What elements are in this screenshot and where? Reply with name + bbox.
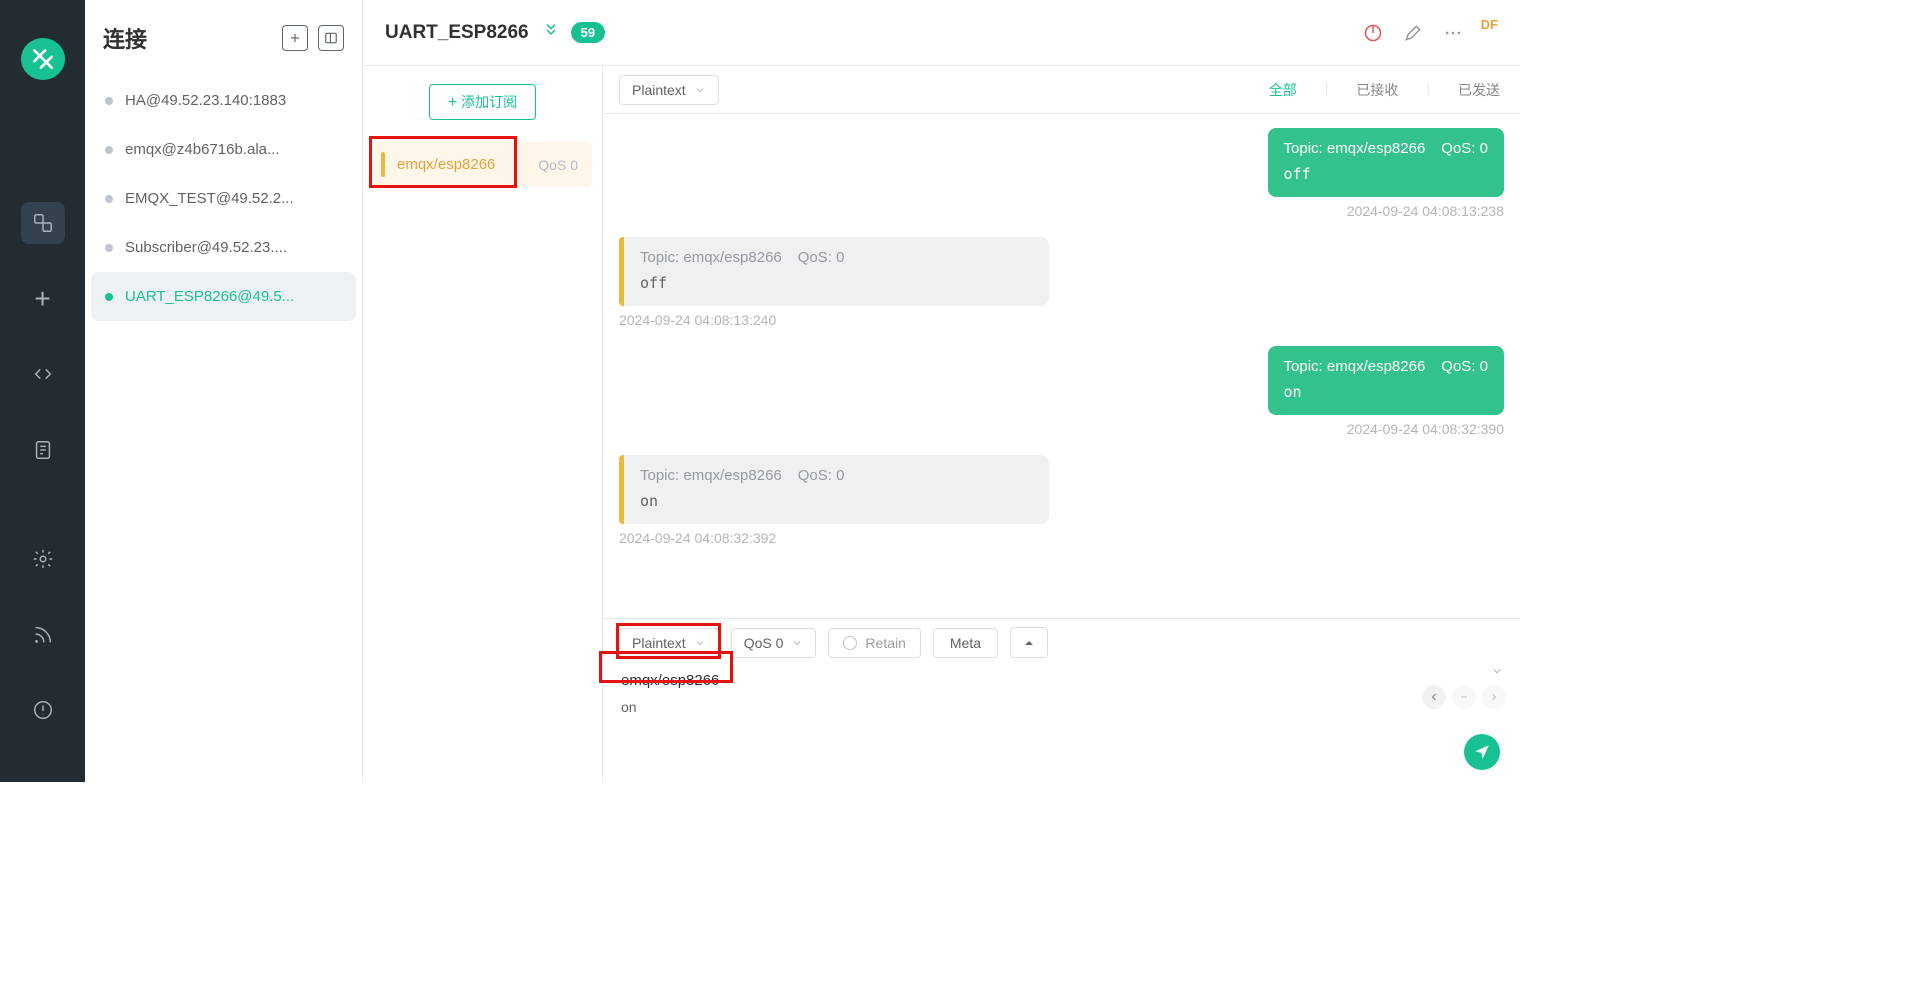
message-timestamp: 2024-09-24 04:08:13:240 (619, 312, 1504, 328)
view-format-select[interactable]: Plaintext (619, 75, 719, 105)
history-nav (1422, 685, 1506, 709)
rail-connections-icon[interactable] (21, 202, 65, 244)
subscription-qos: QoS 0 (538, 157, 578, 173)
message-received: Topic: emqx/esp8266QoS: 0 off (619, 237, 1049, 306)
add-subscription-button[interactable]: +添加订阅 (429, 84, 536, 120)
subscription-card[interactable]: emqx/esp8266 QoS 0 (373, 142, 592, 187)
edit-icon[interactable] (1403, 23, 1423, 43)
rail-log-icon[interactable] (21, 429, 65, 471)
radio-icon (843, 636, 857, 650)
topic-input[interactable] (619, 666, 1504, 695)
message-timestamp: 2024-09-24 04:08:32:392 (619, 530, 1504, 546)
message-filter-tabs: 全部 | 已接收 | 已发送 (1265, 80, 1504, 100)
history-mid-button (1452, 685, 1476, 709)
rail-code-icon[interactable] (21, 353, 65, 395)
main-panel: UART_ESP8266 59 DF +添加订阅 emqx/esp8266 Qo… (363, 0, 1520, 782)
user-initials[interactable]: DF (1481, 17, 1498, 32)
rail-add-icon[interactable]: + (21, 278, 65, 320)
message-count-badge: 59 (571, 22, 605, 43)
disconnect-icon[interactable] (1363, 23, 1383, 43)
connection-item[interactable]: HA@49.52.23.140:1883 (91, 76, 356, 125)
payload-format-select[interactable]: Plaintext (619, 628, 719, 658)
subscription-topic: emqx/esp8266 (397, 156, 495, 173)
message-sent: Topic: emqx/esp8266QoS: 0 on (1268, 346, 1504, 415)
message-timestamp: 2024-09-24 04:08:32:390 (1347, 421, 1504, 437)
send-button[interactable] (1464, 734, 1500, 770)
qos-select[interactable]: QoS 0 (731, 628, 817, 658)
filter-tab-received[interactable]: 已接收 (1352, 80, 1402, 100)
topic-expand-icon[interactable] (1490, 664, 1504, 683)
rail-rss-icon[interactable] (21, 614, 65, 656)
rail-alert-icon[interactable] (21, 689, 65, 731)
meta-button[interactable]: Meta (933, 628, 998, 658)
message-sent: Topic: emqx/esp8266QoS: 0 off (1268, 128, 1504, 197)
connection-topbar: UART_ESP8266 59 DF (363, 0, 1520, 66)
filter-tab-sent[interactable]: 已发送 (1454, 80, 1504, 100)
messages-panel: Plaintext 全部 | 已接收 | 已发送 Topic: emqx/ (603, 66, 1520, 782)
connections-sidebar: 连接 HA@49.52.23.140:1883 emqx@z4b6716b.al… (85, 0, 363, 782)
connection-list: HA@49.52.23.140:1883 emqx@z4b6716b.ala..… (85, 76, 362, 321)
more-icon[interactable] (1443, 23, 1463, 43)
retain-toggle[interactable]: Retain (828, 628, 920, 658)
new-connection-button[interactable] (282, 25, 308, 51)
connection-item[interactable]: EMQX_TEST@49.52.2... (91, 174, 356, 223)
connection-item[interactable]: UART_ESP8266@49.5... (91, 272, 356, 321)
collapse-composer-button[interactable] (1010, 627, 1048, 658)
message-timestamp: 2024-09-24 04:08:13:238 (1347, 203, 1504, 219)
message-stream[interactable]: Topic: emqx/esp8266QoS: 0 off 2024-09-24… (603, 114, 1520, 618)
connection-title: UART_ESP8266 (385, 22, 529, 44)
subscriptions-panel: +添加订阅 emqx/esp8266 QoS 0 (363, 66, 603, 782)
message-received: Topic: emqx/esp8266QoS: 0 on (619, 455, 1049, 524)
rail-settings-icon[interactable] (21, 538, 65, 580)
panel-toggle-button[interactable] (318, 25, 344, 51)
app-logo (21, 38, 65, 80)
connection-item[interactable]: emqx@z4b6716b.ala... (91, 125, 356, 174)
history-next-button (1482, 685, 1506, 709)
publish-composer: Plaintext QoS 0 Retain Meta (603, 618, 1520, 782)
filter-tab-all[interactable]: 全部 (1265, 80, 1301, 100)
connection-item[interactable]: Subscriber@49.52.23.... (91, 223, 356, 272)
app-rail: + (0, 0, 85, 782)
expand-toggle-icon[interactable] (543, 22, 559, 43)
payload-input[interactable] (619, 695, 1504, 765)
history-prev-button[interactable] (1422, 685, 1446, 709)
sidebar-title: 连接 (103, 22, 147, 54)
